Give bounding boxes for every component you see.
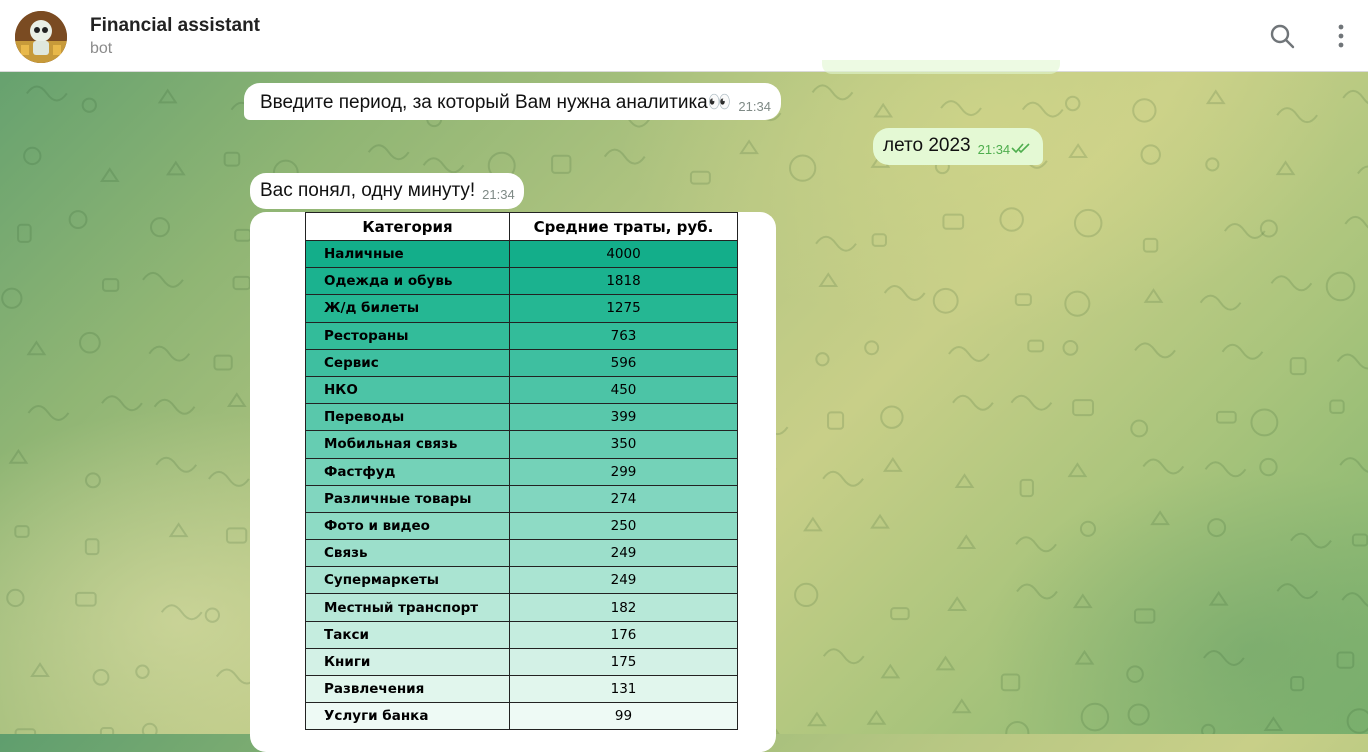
table-row: Услуги банка 99 [305, 702, 738, 731]
incoming-message[interactable]: Вас понял, одну минуту! 21:34 [250, 173, 524, 209]
value-cell: 399 [509, 403, 738, 432]
table-row: Переводы 399 [305, 403, 738, 432]
value-cell: 250 [509, 511, 738, 541]
category-cell: Сервис [305, 348, 510, 377]
table-row: Развлечения 131 [305, 674, 738, 704]
value-cell: 1818 [509, 267, 738, 296]
table-row: Супермаркеты 249 [305, 566, 738, 595]
bot-avatar[interactable] [15, 11, 67, 63]
category-cell: Супермаркеты [305, 566, 510, 595]
message-time: 21:34 [977, 142, 1011, 157]
category-cell: Рестораны [305, 321, 510, 350]
table-row: Фастфуд 299 [305, 457, 738, 486]
category-cell: Такси [305, 620, 510, 649]
table-row: Рестораны 763 [305, 321, 738, 350]
value-cell: 249 [509, 566, 738, 595]
double-check-icon [1011, 143, 1030, 154]
more-options-button[interactable] [1327, 22, 1355, 50]
more-vertical-icon [1338, 24, 1344, 48]
previous-message-edge [822, 60, 1060, 74]
table-row: Фото и видео 250 [305, 511, 738, 541]
category-cell: Переводы [305, 403, 510, 432]
table-row: Книги 175 [305, 647, 738, 677]
category-cell: Связь [305, 539, 510, 568]
category-cell: Книги [305, 647, 510, 677]
table-row: Местный транспорт 182 [305, 593, 738, 622]
category-cell: Наличные [305, 239, 510, 269]
column-header-category: Категория [305, 212, 510, 241]
message-time: 21:34 [738, 99, 771, 114]
value-cell: 99 [509, 702, 738, 731]
value-cell: 1275 [509, 294, 738, 323]
spending-table: Категория Средние траты, руб. Наличные 40… [305, 212, 738, 731]
value-cell: 299 [509, 457, 738, 486]
value-cell: 596 [509, 348, 738, 377]
message-time: 21:34 [482, 187, 515, 202]
table-header-row: Категория Средние траты, руб. [305, 212, 738, 241]
search-icon [1270, 24, 1295, 49]
value-cell: 450 [509, 375, 738, 405]
table-row: НКО 450 [305, 375, 738, 405]
table-row: Сервис 596 [305, 348, 738, 377]
table-row: Ж/д билеты 1275 [305, 294, 738, 323]
category-cell: Местный транспорт [305, 593, 510, 622]
category-cell: Фастфуд [305, 457, 510, 486]
category-cell: Фото и видео [305, 511, 510, 541]
category-cell: Услуги банка [305, 702, 510, 731]
column-header-average-spend: Средние траты, руб. [509, 212, 738, 241]
incoming-message[interactable]: Введите период, за который Вам нужна ана… [244, 83, 781, 120]
table-row: Такси 176 [305, 620, 738, 649]
category-cell: Развлечения [305, 674, 510, 704]
category-cell: Ж/д билеты [305, 294, 510, 323]
table-row: Различные товары 274 [305, 484, 738, 513]
table-row: Одежда и обувь 1818 [305, 267, 738, 296]
outgoing-message[interactable]: лето 2023 21:34 [873, 128, 1044, 165]
value-cell: 350 [509, 430, 738, 459]
message-text: Введите период, за который Вам нужна ана… [260, 92, 732, 113]
message-text: лето 2023 [883, 135, 971, 156]
value-cell: 175 [509, 647, 738, 677]
chat-status: bot [90, 40, 113, 57]
category-cell: Одежда и обувь [305, 267, 510, 296]
value-cell: 4000 [509, 239, 738, 269]
value-cell: 176 [509, 620, 738, 649]
value-cell: 182 [509, 593, 738, 622]
category-cell: НКО [305, 375, 510, 405]
value-cell: 274 [509, 484, 738, 513]
table-row: Наличные 4000 [305, 239, 738, 269]
category-cell: Различные товары [305, 484, 510, 513]
chat-header: Financial assistant bot [0, 0, 1368, 72]
value-cell: 249 [509, 539, 738, 568]
table-row: Мобильная связь 350 [305, 430, 738, 459]
value-cell: 763 [509, 321, 738, 350]
category-cell: Мобильная связь [305, 430, 510, 459]
message-text: Вас понял, одну минуту! [260, 180, 476, 201]
search-button[interactable] [1268, 22, 1296, 50]
value-cell: 131 [509, 674, 738, 704]
chat-title[interactable]: Financial assistant [90, 15, 260, 37]
table-row: Связь 249 [305, 539, 738, 568]
spending-table-image[interactable]: Категория Средние траты, руб. Наличные 40… [250, 212, 776, 752]
